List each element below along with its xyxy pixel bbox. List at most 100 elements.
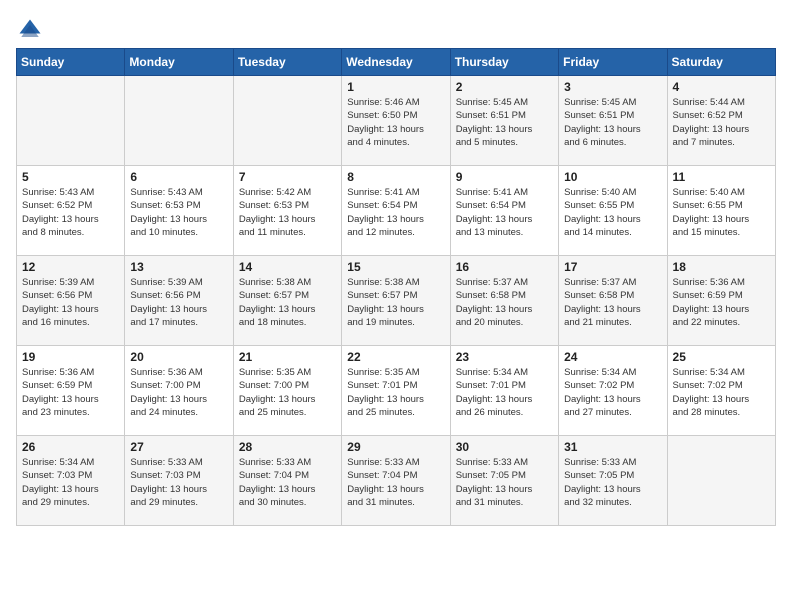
day-number: 5 [22, 170, 119, 184]
weekday-header-row: SundayMondayTuesdayWednesdayThursdayFrid… [17, 49, 776, 76]
calendar-cell: 6 Sunrise: 5:43 AM Sunset: 6:53 PM Daylig… [125, 166, 233, 256]
calendar-cell: 17Sunrise: 5:37 AM Sunset: 6:58 PM Dayli… [559, 256, 667, 346]
calendar-cell [125, 76, 233, 166]
day-info: Sunrise: 5:34 AM Sunset: 7:01 PM Dayligh… [456, 366, 553, 419]
calendar-week-3: 19 Sunrise: 5:36 AM Sunset: 6:59 PM Dayli… [17, 346, 776, 436]
day-number: 28 [239, 440, 336, 454]
day-number: 25 [673, 350, 770, 364]
day-info: Sunrise: 5:33 AM Sunset: 7:04 PM Dayligh… [347, 456, 444, 509]
day-info: Sunrise: 5:45 AM Sunset: 6:51 PM Dayligh… [564, 96, 661, 149]
day-number: 23 [456, 350, 553, 364]
day-info: Sunrise: 5:40 AM Sunset: 6:55 PM Dayligh… [564, 186, 661, 239]
day-number: 1 [347, 80, 444, 94]
weekday-monday: Monday [125, 49, 233, 76]
calendar-cell: 19 Sunrise: 5:36 AM Sunset: 6:59 PM Dayli… [17, 346, 125, 436]
day-number: 26 [22, 440, 119, 454]
calendar-cell: 22 Sunrise: 5:35 AM Sunset: 7:01 PM Dayli… [342, 346, 450, 436]
calendar-cell: 2 Sunrise: 5:45 AM Sunset: 6:51 PM Daylig… [450, 76, 558, 166]
day-info: Sunrise: 5:36 AM Sunset: 6:59 PM Dayligh… [22, 366, 119, 419]
weekday-thursday: Thursday [450, 49, 558, 76]
calendar-cell: 3 Sunrise: 5:45 AM Sunset: 6:51 PM Daylig… [559, 76, 667, 166]
day-info: Sunrise: 5:45 AM Sunset: 6:51 PM Dayligh… [456, 96, 553, 149]
logo-icon [16, 16, 44, 44]
calendar-header: SundayMondayTuesdayWednesdayThursdayFrid… [17, 49, 776, 76]
calendar-cell: 24 Sunrise: 5:34 AM Sunset: 7:02 PM Dayli… [559, 346, 667, 436]
day-number: 8 [347, 170, 444, 184]
calendar-cell: 10 Sunrise: 5:40 AM Sunset: 6:55 PM Dayli… [559, 166, 667, 256]
day-number: 14 [239, 260, 336, 274]
calendar-cell [233, 76, 341, 166]
day-number: 20 [130, 350, 227, 364]
calendar-cell: 28 Sunrise: 5:33 AM Sunset: 7:04 PM Dayli… [233, 436, 341, 526]
day-info: Sunrise: 5:33 AM Sunset: 7:03 PM Dayligh… [130, 456, 227, 509]
day-number: 30 [456, 440, 553, 454]
calendar-cell: 21 Sunrise: 5:35 AM Sunset: 7:00 PM Dayli… [233, 346, 341, 436]
day-info: Sunrise: 5:37 AM Sunset: 6:58 PM Dayligh… [564, 276, 661, 329]
day-info: Sunrise: 5:34 AM Sunset: 7:02 PM Dayligh… [673, 366, 770, 419]
day-info: Sunrise: 5:38 AM Sunset: 6:57 PM Dayligh… [239, 276, 336, 329]
day-info: Sunrise: 5:36 AM Sunset: 7:00 PM Dayligh… [130, 366, 227, 419]
day-number: 18 [673, 260, 770, 274]
day-number: 4 [673, 80, 770, 94]
calendar-cell: 26 Sunrise: 5:34 AM Sunset: 7:03 PM Dayli… [17, 436, 125, 526]
day-info: Sunrise: 5:35 AM Sunset: 7:00 PM Dayligh… [239, 366, 336, 419]
day-number: 11 [673, 170, 770, 184]
day-number: 22 [347, 350, 444, 364]
calendar-week-1: 5 Sunrise: 5:43 AM Sunset: 6:52 PM Daylig… [17, 166, 776, 256]
day-number: 13 [130, 260, 227, 274]
day-info: Sunrise: 5:43 AM Sunset: 6:53 PM Dayligh… [130, 186, 227, 239]
calendar-cell: 23 Sunrise: 5:34 AM Sunset: 7:01 PM Dayli… [450, 346, 558, 436]
calendar-cell [17, 76, 125, 166]
calendar-cell: 1 Sunrise: 5:46 AM Sunset: 6:50 PM Daylig… [342, 76, 450, 166]
calendar-cell: 11 Sunrise: 5:40 AM Sunset: 6:55 PM Dayli… [667, 166, 775, 256]
day-number: 15 [347, 260, 444, 274]
day-info: Sunrise: 5:33 AM Sunset: 7:05 PM Dayligh… [456, 456, 553, 509]
day-info: Sunrise: 5:38 AM Sunset: 6:57 PM Dayligh… [347, 276, 444, 329]
day-info: Sunrise: 5:39 AM Sunset: 6:56 PM Dayligh… [130, 276, 227, 329]
day-info: Sunrise: 5:37 AM Sunset: 6:58 PM Dayligh… [456, 276, 553, 329]
day-info: Sunrise: 5:42 AM Sunset: 6:53 PM Dayligh… [239, 186, 336, 239]
day-info: Sunrise: 5:46 AM Sunset: 6:50 PM Dayligh… [347, 96, 444, 149]
day-number: 21 [239, 350, 336, 364]
calendar-cell: 18 Sunrise: 5:36 AM Sunset: 6:59 PM Dayli… [667, 256, 775, 346]
calendar-week-4: 26 Sunrise: 5:34 AM Sunset: 7:03 PM Dayli… [17, 436, 776, 526]
calendar-cell: 5 Sunrise: 5:43 AM Sunset: 6:52 PM Daylig… [17, 166, 125, 256]
weekday-saturday: Saturday [667, 49, 775, 76]
calendar-table: SundayMondayTuesdayWednesdayThursdayFrid… [16, 48, 776, 526]
day-info: Sunrise: 5:36 AM Sunset: 6:59 PM Dayligh… [673, 276, 770, 329]
day-number: 3 [564, 80, 661, 94]
calendar-cell: 4Sunrise: 5:44 AM Sunset: 6:52 PM Daylig… [667, 76, 775, 166]
calendar-cell: 20 Sunrise: 5:36 AM Sunset: 7:00 PM Dayli… [125, 346, 233, 436]
calendar-body: 1 Sunrise: 5:46 AM Sunset: 6:50 PM Daylig… [17, 76, 776, 526]
day-number: 2 [456, 80, 553, 94]
day-number: 19 [22, 350, 119, 364]
weekday-tuesday: Tuesday [233, 49, 341, 76]
day-number: 9 [456, 170, 553, 184]
day-number: 31 [564, 440, 661, 454]
calendar-cell: 12Sunrise: 5:39 AM Sunset: 6:56 PM Dayli… [17, 256, 125, 346]
day-number: 6 [130, 170, 227, 184]
day-info: Sunrise: 5:41 AM Sunset: 6:54 PM Dayligh… [347, 186, 444, 239]
day-number: 29 [347, 440, 444, 454]
day-info: Sunrise: 5:34 AM Sunset: 7:02 PM Dayligh… [564, 366, 661, 419]
day-info: Sunrise: 5:33 AM Sunset: 7:05 PM Dayligh… [564, 456, 661, 509]
calendar-week-0: 1 Sunrise: 5:46 AM Sunset: 6:50 PM Daylig… [17, 76, 776, 166]
day-info: Sunrise: 5:33 AM Sunset: 7:04 PM Dayligh… [239, 456, 336, 509]
calendar-cell: 15 Sunrise: 5:38 AM Sunset: 6:57 PM Dayli… [342, 256, 450, 346]
calendar-cell: 9 Sunrise: 5:41 AM Sunset: 6:54 PM Daylig… [450, 166, 558, 256]
day-number: 10 [564, 170, 661, 184]
day-number: 24 [564, 350, 661, 364]
day-info: Sunrise: 5:35 AM Sunset: 7:01 PM Dayligh… [347, 366, 444, 419]
day-info: Sunrise: 5:43 AM Sunset: 6:52 PM Dayligh… [22, 186, 119, 239]
calendar-cell: 7 Sunrise: 5:42 AM Sunset: 6:53 PM Daylig… [233, 166, 341, 256]
calendar-cell: 14 Sunrise: 5:38 AM Sunset: 6:57 PM Dayli… [233, 256, 341, 346]
day-info: Sunrise: 5:41 AM Sunset: 6:54 PM Dayligh… [456, 186, 553, 239]
logo [16, 16, 48, 44]
page-header [16, 16, 776, 44]
day-number: 16 [456, 260, 553, 274]
day-number: 12 [22, 260, 119, 274]
day-info: Sunrise: 5:40 AM Sunset: 6:55 PM Dayligh… [673, 186, 770, 239]
day-number: 7 [239, 170, 336, 184]
day-info: Sunrise: 5:34 AM Sunset: 7:03 PM Dayligh… [22, 456, 119, 509]
weekday-sunday: Sunday [17, 49, 125, 76]
